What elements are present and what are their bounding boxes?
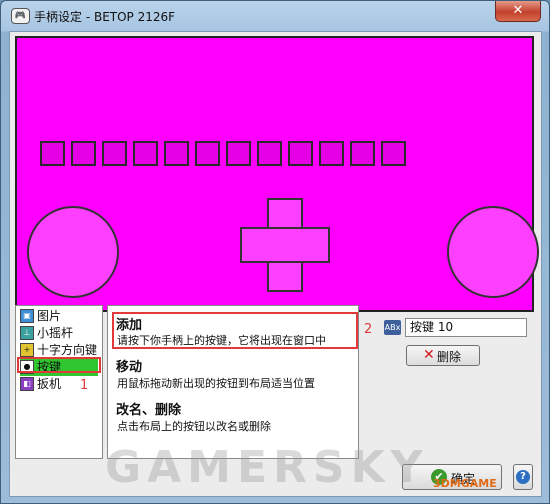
layout-key[interactable] <box>226 141 251 166</box>
right-stick[interactable] <box>447 206 539 298</box>
device-icon: ABx <box>384 320 401 335</box>
layout-key[interactable] <box>71 141 96 166</box>
button-name-field[interactable]: 按键 10 <box>405 318 527 337</box>
controller-layout-canvas[interactable] <box>15 36 539 312</box>
list-item-label: 图片 <box>37 309 62 323</box>
layout-key[interactable] <box>40 141 65 166</box>
left-stick[interactable] <box>27 206 119 298</box>
picture-icon: ▣ <box>20 309 34 323</box>
trigger-icon: ◧ <box>20 377 34 391</box>
help-button[interactable]: ? <box>513 464 533 490</box>
list-item-joystick[interactable]: ⊥ 小摇杆 <box>20 325 98 342</box>
delete-button[interactable]: ✕ 删除 <box>406 345 480 366</box>
layout-key[interactable] <box>350 141 375 166</box>
help-rename-title: 改名、删除 <box>116 403 182 418</box>
layout-key[interactable] <box>319 141 344 166</box>
highlight-box-selected-item <box>17 357 101 373</box>
watermark: GAMERSKY <box>105 442 429 493</box>
layout-element-list[interactable]: ▣ 图片 ⊥ 小摇杆 + 十字方向键 ● 按键 ◧ 扳机 <box>15 305 103 459</box>
help-rename-description: 点击布局上的按钮以改名或删除 <box>117 420 271 433</box>
layout-key[interactable] <box>164 141 189 166</box>
help-move-description: 用鼠标拖动新出现的按钮到布局适当位置 <box>117 377 315 390</box>
dpad-center <box>269 229 301 261</box>
help-icon: ? <box>516 470 530 484</box>
delete-icon: ✕ <box>423 347 435 363</box>
delete-button-label: 删除 <box>437 350 462 364</box>
list-item-label: 小摇杆 <box>37 326 74 340</box>
dialog-body: ▣ 图片 ⊥ 小摇杆 + 十字方向键 ● 按键 ◧ 扳机 1 添加 请按下你手柄… <box>9 31 542 497</box>
window-title: 手柄设定 - BETOP 2126F <box>34 10 176 24</box>
annotation-marker-2: 2 <box>364 322 373 337</box>
layout-key[interactable] <box>381 141 406 166</box>
list-item-label: 扳机 <box>37 377 62 391</box>
help-move-title: 移动 <box>116 360 143 375</box>
layout-key[interactable] <box>133 141 158 166</box>
dpad-icon: + <box>20 343 34 357</box>
title-bar[interactable]: 🎮 手柄设定 - BETOP 2126F ✕ <box>1 1 549 31</box>
layout-key[interactable] <box>102 141 127 166</box>
joystick-icon: ⊥ <box>20 326 34 340</box>
corner-watermark: 3DMGAME <box>433 477 497 490</box>
controller-settings-window: 🎮 手柄设定 - BETOP 2126F ✕ ▣ 图片 ⊥ 小摇杆 + 十字方向… <box>0 0 550 504</box>
close-button[interactable]: ✕ <box>495 1 541 22</box>
annotation-marker-1: 1 <box>80 378 89 393</box>
list-item-picture[interactable]: ▣ 图片 <box>20 308 98 325</box>
gamepad-icon: 🎮 <box>11 8 30 24</box>
layout-key[interactable] <box>195 141 220 166</box>
highlight-box-add-instructions <box>112 312 358 349</box>
layout-key[interactable] <box>288 141 313 166</box>
layout-key[interactable] <box>257 141 282 166</box>
